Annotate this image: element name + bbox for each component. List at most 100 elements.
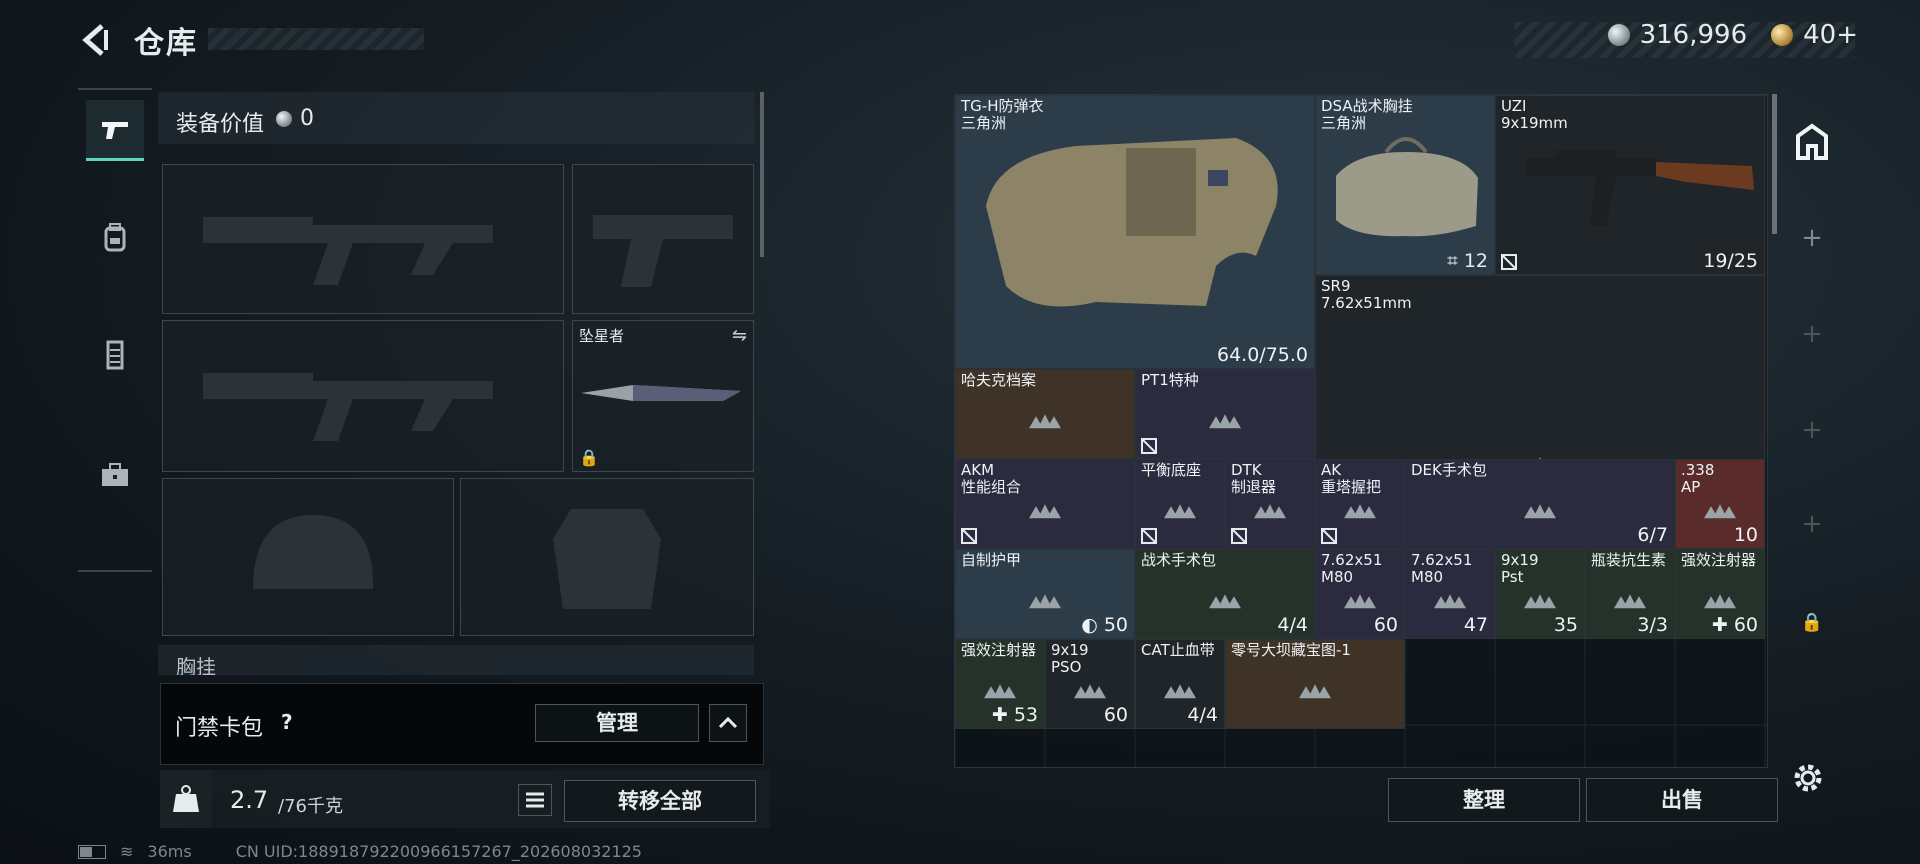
collapse-button[interactable] [709,704,747,742]
item-name: 战术手术包 [1141,551,1217,569]
title-decoration [208,28,424,50]
stash-item-akm[interactable]: AKM 性能组合 [955,459,1135,549]
stash-item-dek[interactable]: DEK手术包 6/7 [1405,459,1675,549]
add-stash-tab[interactable]: + [1784,306,1840,362]
add-stash-tab[interactable]: + [1784,496,1840,552]
primary-weapon-slot[interactable] [162,164,564,314]
stash-item-dsa[interactable]: DSA战术胸挂 三角洲 ⌗ 12 [1315,95,1495,275]
silver-coin-icon [276,111,292,127]
weight-bar: 2.7 /76千克 转移全部 [160,770,770,828]
stash-scrollbar[interactable] [1772,94,1777,234]
placeholder-triangles-icon [1164,504,1196,519]
weight-current: 2.7 [230,786,269,814]
item-name: PT1特种 [1141,371,1199,389]
category-nav [78,88,152,572]
item-name: 瓶装抗生素 [1591,551,1667,569]
back-arrow-icon [82,24,108,56]
stash-item-pst[interactable]: 9x19 Pst 35 [1495,549,1585,639]
gold-amount[interactable]: 40+ [1803,20,1858,50]
item-quantity: 35 [1553,614,1578,636]
helmet-silhouette-icon [253,515,374,589]
equipment-value-label: 装备价值 [176,112,265,137]
chevron-up-icon [718,716,738,729]
item-name: CAT止血带 [1141,641,1215,659]
keycard-panel: 门禁卡包 ? 管理 [160,683,764,765]
help-icon[interactable]: ? [281,710,293,734]
pistol-icon [102,122,128,139]
nav-toolbox[interactable] [86,446,144,504]
secondary-weapon-slot[interactable] [162,320,564,472]
body-armor-slot[interactable] [460,478,754,636]
item-quantity: ✚ 53 [991,704,1038,726]
melee-slot[interactable]: 坠星者 ⇋ 🔒 [572,320,754,472]
equipment-value: 0 [300,106,314,131]
placeholder-triangles-icon [1029,594,1061,609]
stash-item-ap338[interactable]: .338 AP 10 [1675,459,1765,549]
list-view-button[interactable] [518,784,552,816]
add-stash-tab[interactable]: + [1784,402,1840,458]
nav-weapons[interactable] [86,100,144,161]
lock-icon: 🔒 [579,448,599,467]
stash-item-pinghen[interactable]: 平衡底座 [1135,459,1225,549]
smg-icon [1526,150,1754,226]
placeholder-triangles-icon [1254,504,1286,519]
nav-backpack[interactable] [86,208,144,266]
stash-item-lingdang[interactable]: 零号大坝藏宝图-1 [1225,639,1405,729]
page-title: 仓库 [134,26,198,61]
stash-item-tgh[interactable]: TG-H防弹衣 三角洲 64.0/75.0 [955,95,1315,369]
stash-item-zizhi[interactable]: 自制护甲 ◐ 50 [955,549,1135,639]
item-name: 平衡底座 [1141,461,1202,479]
item-name: 9x19 PSO [1051,641,1089,676]
placeholder-triangles-icon [1524,504,1556,519]
stash-item-zhanshu[interactable]: 战术手术包 4/4 [1135,549,1315,639]
plus-icon: + [1801,319,1823,349]
sell-button[interactable]: 出售 [1586,778,1778,822]
item-quantity: 10 [1733,524,1758,546]
stash-item-pso[interactable]: 9x19 PSO 60 [1045,639,1135,729]
placeholder-triangles-icon [1344,504,1376,519]
list-icon [526,792,544,808]
no-modify-icon [1141,528,1157,544]
stash-item-cat[interactable]: CAT止血带 4/4 [1135,639,1225,729]
gear-icon [1794,764,1822,792]
item-name: AKM 性能组合 [961,461,1022,496]
back-button[interactable] [78,22,114,58]
lock-icon: 🔒 [1800,611,1824,633]
weight-max: /76千克 [278,796,343,817]
add-stash-tab[interactable]: + [1784,210,1840,266]
knife-icon [581,385,741,401]
helmet-slot[interactable] [162,478,454,636]
stash-item-m80a[interactable]: 7.62x51 M80 60 [1315,549,1405,639]
vest-silhouette-icon [553,509,661,609]
placeholder-triangles-icon [1209,594,1241,609]
stash-item-pt1[interactable]: PT1特种 [1135,369,1315,459]
item-name: 零号大坝藏宝图-1 [1231,641,1351,659]
no-modify-icon [1501,254,1517,270]
stash-item-ak[interactable]: AK 重塔握把 [1315,459,1405,549]
item-name: 7.62x51 M80 [1411,551,1473,586]
stash-item-m80b[interactable]: 7.62x51 M80 47 [1405,549,1495,639]
pistol-silhouette-icon [593,215,733,287]
transfer-all-button[interactable]: 转移全部 [564,780,756,822]
nav-armor[interactable] [86,326,144,384]
tidy-button[interactable]: 整理 [1388,778,1580,822]
item-quantity: 60 [1103,704,1128,726]
placeholder-triangles-icon [1524,594,1556,609]
stash-item-qiangxiao2[interactable]: 强效注射器 ✚ 53 [955,639,1045,729]
stash-item-pingzhuang[interactable]: 瓶装抗生素 3/3 [1585,549,1675,639]
item-quantity: 3/3 [1637,614,1668,636]
placeholder-triangles-icon [1299,684,1331,699]
manage-button[interactable]: 管理 [535,704,699,742]
stash-item-qiangxiao1[interactable]: 强效注射器 ✚ 60 [1675,549,1765,639]
pistol-slot[interactable] [572,164,754,314]
loadout-scrollbar[interactable] [760,92,764,257]
stash-item-hafk[interactable]: 哈夫克档案 [955,369,1135,459]
stash-item-dtk[interactable]: DTK 制退器 [1225,459,1315,549]
equipment-value-bar: 装备价值 0 [158,92,754,144]
battery-icon [78,844,106,859]
chest-rig-header: 胸挂 [158,645,754,675]
no-modify-icon [961,528,977,544]
settings-button[interactable] [1790,760,1826,796]
stash-home-tab[interactable] [1784,114,1840,170]
stash-item-uzi[interactable]: UZI 9x19mm 19/25 [1495,95,1765,275]
